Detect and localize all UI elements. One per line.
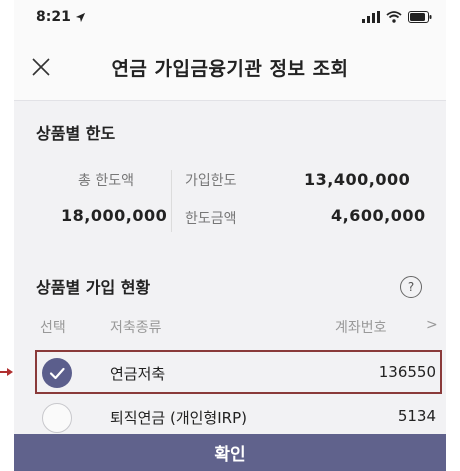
row-checkbox-unchecked[interactable]	[42, 403, 72, 433]
column-header-account: 계좌번호	[335, 320, 387, 336]
limit-amount-label: 한도금액	[185, 211, 237, 227]
join-limit-value: 13,400,000	[304, 170, 411, 189]
battery-icon	[408, 11, 432, 23]
limit-amount-value: 4,600,000	[331, 206, 426, 225]
column-header-select: 선택	[40, 320, 66, 336]
location-arrow-icon	[75, 12, 85, 22]
row-account-number: 5134	[397, 407, 436, 425]
column-header-type: 저축종류	[110, 320, 162, 336]
status-section-title: 상품별 가입 현황	[36, 278, 151, 297]
limits-card: 총 한도액 18,000,000 가입한도 13,400,000 한도금액 4,…	[14, 158, 446, 248]
row-product-name: 퇴직연금 (개인형IRP)	[110, 409, 247, 427]
close-button[interactable]	[26, 52, 56, 82]
status-bar: 8:21	[14, 0, 446, 34]
confirm-button[interactable]: 확인	[14, 434, 446, 471]
column-header-more[interactable]: >	[426, 317, 438, 333]
total-limit-value: 18,000,000	[61, 206, 168, 225]
cellular-signal-icon	[362, 11, 380, 23]
status-time: 8:21	[36, 9, 71, 25]
pointer-arrow-icon	[0, 368, 13, 376]
wifi-icon	[386, 11, 402, 23]
page-title: 연금 가입금융기관 정보 조회	[111, 57, 349, 80]
page-header: 연금 가입금융기관 정보 조회	[14, 34, 446, 101]
question-circle-icon[interactable]: ?	[400, 276, 422, 298]
phone-screen: 8:21 연금 가입금융기관 정보 조회 상품별 한도 총 한도액 18,000…	[14, 0, 446, 471]
join-limit-label: 가입한도	[185, 173, 237, 189]
close-icon	[32, 58, 50, 76]
total-limit-label: 총 한도액	[78, 173, 134, 189]
limits-divider	[171, 170, 172, 232]
selected-row-highlight	[35, 350, 442, 394]
limits-section-title: 상품별 한도	[36, 124, 116, 143]
